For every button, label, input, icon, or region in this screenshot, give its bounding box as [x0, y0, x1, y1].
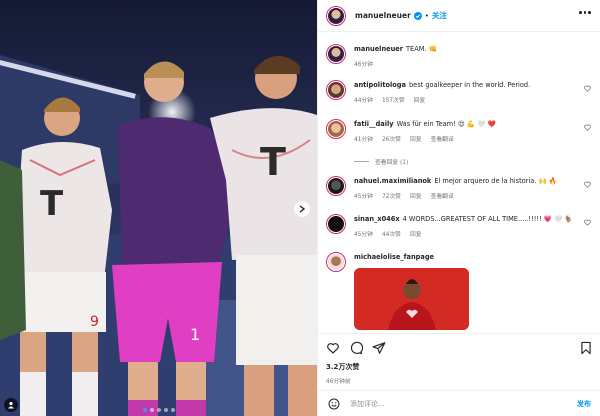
- comment-time: 45分钟: [354, 232, 373, 238]
- svg-text:1: 1: [190, 325, 200, 344]
- comment-username[interactable]: fatii__daily: [354, 120, 394, 128]
- see-translation-button[interactable]: 查看翻译: [431, 134, 454, 143]
- action-bar: [318, 333, 600, 361]
- header-username[interactable]: manuelneuer: [355, 11, 411, 20]
- carousel-indicator: [0, 408, 317, 412]
- carousel-dot: [156, 408, 161, 412]
- heart-icon[interactable]: [584, 181, 591, 188]
- avatar[interactable]: [326, 252, 346, 272]
- view-replies-label: 查看回复 (1): [375, 160, 409, 166]
- follow-button[interactable]: 关注: [432, 10, 447, 21]
- post-timestamp: 46分钟前: [326, 379, 351, 385]
- carousel-dot: [163, 408, 168, 412]
- comment-username[interactable]: sinan_x046x: [354, 215, 400, 223]
- avatar[interactable]: [326, 5, 346, 26]
- reply-button[interactable]: 回复: [410, 229, 422, 238]
- comment-text: Was für ein Team! 😍 💪 🤍 ❤️: [396, 120, 496, 128]
- heart-icon[interactable]: [584, 219, 591, 226]
- caption-text: TEAM. 👊: [406, 45, 437, 53]
- comment-likes[interactable]: 26次赞: [382, 134, 401, 143]
- see-translation-button[interactable]: 查看翻译: [431, 191, 454, 200]
- comment-likes[interactable]: 157次赞: [382, 95, 405, 104]
- more-options-button[interactable]: [579, 11, 591, 15]
- add-comment-bar: 发布: [318, 390, 600, 416]
- comment-time: 41分钟: [354, 137, 373, 143]
- avatar[interactable]: [326, 44, 346, 64]
- caption-username[interactable]: manuelneuer: [354, 45, 403, 53]
- next-photo-button[interactable]: [294, 201, 310, 217]
- bookmark-icon[interactable]: [579, 341, 593, 355]
- view-replies-button[interactable]: 查看回复 (1): [354, 157, 408, 166]
- avatar[interactable]: [326, 119, 346, 139]
- reply-button[interactable]: 回复: [410, 191, 422, 200]
- team-photo: T 9 1 T: [0, 0, 317, 416]
- like-icon[interactable]: [326, 341, 340, 355]
- comment-icon[interactable]: [349, 341, 363, 355]
- svg-text:T: T: [260, 140, 286, 184]
- svg-text:T: T: [40, 184, 64, 224]
- caption-time: 46分钟: [354, 62, 373, 68]
- reply-button[interactable]: 回复: [414, 95, 426, 104]
- comment-time: 44分钟: [354, 98, 373, 104]
- reply-button[interactable]: 回复: [410, 134, 422, 143]
- comment-photo: [354, 268, 469, 330]
- likes-count[interactable]: 3.2万次赞: [326, 362, 359, 372]
- verified-badge-icon: [413, 11, 422, 20]
- carousel-dot: [170, 408, 175, 412]
- emoji-icon[interactable]: [328, 398, 340, 410]
- carousel-dot: [142, 408, 147, 412]
- header-separator: •: [424, 11, 429, 20]
- share-icon[interactable]: [372, 341, 386, 355]
- comment-username[interactable]: nahuel.maximilianok: [354, 177, 431, 185]
- comment-text: 4 WORDS...GREATEST OF ALL TIME.....!!!!!…: [402, 215, 573, 223]
- comment-image[interactable]: [354, 268, 469, 330]
- avatar[interactable]: [326, 214, 346, 234]
- heart-icon[interactable]: [584, 124, 591, 131]
- post-header: manuelneuer • 关注: [318, 0, 600, 32]
- instagram-post: T 9 1 T manuelneuer • 关注 manuelneuer TEA…: [0, 0, 600, 416]
- more-options-icon: [579, 11, 582, 14]
- avatar[interactable]: [326, 80, 346, 100]
- comment-username[interactable]: antipolitologa: [354, 81, 406, 89]
- heart-icon[interactable]: [584, 85, 591, 92]
- comment-text: El mejor arquero de la historia. 🙌 🔥: [434, 177, 557, 185]
- chevron-right-icon: [299, 205, 305, 213]
- svg-text:9: 9: [90, 314, 99, 330]
- comment-likes[interactable]: 44次赞: [382, 229, 401, 238]
- post-comment-button[interactable]: 发布: [577, 399, 591, 409]
- comment-likes[interactable]: 72次赞: [382, 191, 401, 200]
- comment-text: best goalkeeper in the world. Period.: [408, 81, 531, 89]
- comment-username[interactable]: michaelolise_fanpage: [354, 253, 434, 261]
- post-side-panel: manuelneuer • 关注 manuelneuer TEAM. 👊 46分…: [317, 0, 600, 416]
- carousel-dot: [149, 408, 154, 412]
- comment-time: 45分钟: [354, 194, 373, 200]
- post-photo[interactable]: T 9 1 T: [0, 0, 317, 416]
- avatar[interactable]: [326, 176, 346, 196]
- comment-input[interactable]: [350, 399, 540, 408]
